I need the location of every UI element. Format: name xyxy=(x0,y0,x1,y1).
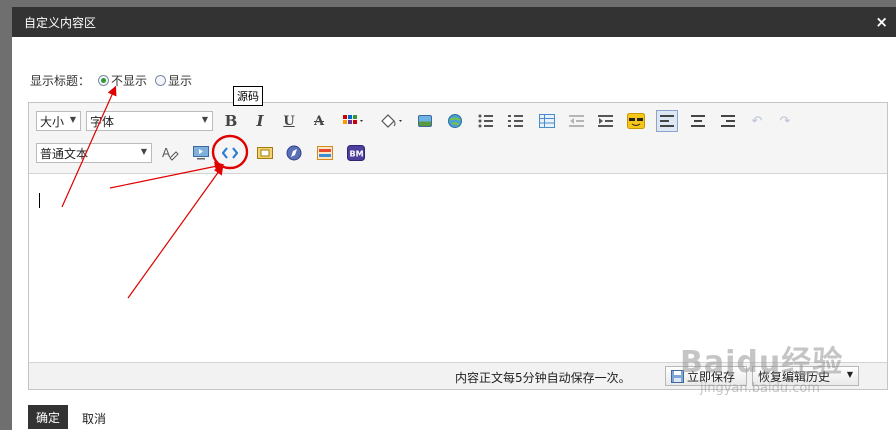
font-size-select-value: 大小 xyxy=(40,114,65,129)
indent-button[interactable] xyxy=(596,111,616,131)
insert-module-button[interactable] xyxy=(315,143,335,163)
numbered-list-button[interactable] xyxy=(506,111,526,131)
highlight-button[interactable] xyxy=(378,111,406,131)
image-icon xyxy=(418,115,432,127)
close-icon[interactable]: × xyxy=(875,13,888,31)
undo-button[interactable]: ↶ xyxy=(747,111,767,131)
radio-show-title[interactable]: 显示 xyxy=(155,72,192,89)
chevron-down-icon: ▼ xyxy=(846,370,853,379)
radio-hide-title[interactable]: 不显示 xyxy=(98,72,147,89)
globe-icon xyxy=(448,114,462,128)
emoticon-button[interactable] xyxy=(626,111,646,131)
align-left-icon xyxy=(660,115,674,127)
module-icon xyxy=(317,146,333,160)
insert-link-button[interactable] xyxy=(445,111,465,131)
dialog-title: 自定义内容区 xyxy=(24,16,97,30)
outdent-icon xyxy=(569,115,584,127)
chevron-down-icon: ▼ xyxy=(69,115,76,124)
bullet-list-icon xyxy=(478,114,493,128)
tooltip-source-code: 源码 xyxy=(233,86,263,106)
radio-show-title-label: 显示 xyxy=(168,73,193,88)
font-family-select[interactable]: 字体 ▼ xyxy=(86,111,213,131)
outdent-button[interactable] xyxy=(567,111,587,131)
cancel-button[interactable]: 取消 xyxy=(82,410,106,427)
bold-button[interactable]: B xyxy=(221,111,241,131)
chevron-down-icon: ▼ xyxy=(140,147,147,156)
italic-icon: I xyxy=(256,112,264,130)
align-left-button[interactable] xyxy=(656,110,678,132)
table-icon xyxy=(539,114,555,128)
show-title-label: 显示标题： xyxy=(30,73,91,88)
show-title-row: 显示标题： 不显示 显示 xyxy=(30,70,192,90)
insert-bm-button[interactable]: BM xyxy=(346,143,366,163)
chevron-down-icon: ▼ xyxy=(201,115,208,124)
bm-icon: BM xyxy=(347,145,365,161)
indent-icon xyxy=(598,115,613,127)
redo-button[interactable]: ↷ xyxy=(775,111,795,131)
numbered-list-icon xyxy=(508,115,523,127)
radio-hide-title-label: 不显示 xyxy=(111,73,148,88)
underline-button[interactable]: U xyxy=(279,111,299,131)
svg-text:BM: BM xyxy=(350,150,364,159)
insert-flash-button[interactable] xyxy=(255,143,275,163)
bullet-list-button[interactable] xyxy=(476,111,496,131)
italic-button[interactable]: I xyxy=(250,111,270,131)
watermark-line1: Baidu经验 xyxy=(680,345,844,380)
color-grid-icon xyxy=(343,115,363,124)
editor-toolbar: 大小 ▼ 字体 ▼ B I U A ↶ ↷ 普通文本 ▼ A BM xyxy=(29,103,887,174)
flash-icon xyxy=(257,147,273,159)
align-center-icon xyxy=(691,115,705,127)
autosave-note: 内容正文每5分钟自动保存一次。 xyxy=(455,371,631,385)
align-right-icon xyxy=(721,115,735,127)
font-family-select-value: 字体 xyxy=(90,114,115,129)
clear-format-button[interactable]: A xyxy=(160,143,180,163)
dialog-titlebar: 自定义内容区 × xyxy=(12,7,896,37)
bold-icon: B xyxy=(224,112,238,130)
baidu-watermark: Baidu经验 jingyan.baidu.com xyxy=(680,337,843,396)
radio-checked-icon[interactable] xyxy=(98,74,110,86)
align-center-button[interactable] xyxy=(688,111,708,131)
font-color-button[interactable] xyxy=(341,111,367,131)
insert-table-button[interactable] xyxy=(537,111,557,131)
media-icon xyxy=(193,146,209,160)
font-size-select[interactable]: 大小 ▼ xyxy=(36,111,81,131)
sunglasses-emoji-icon xyxy=(627,113,645,129)
paragraph-format-select[interactable]: 普通文本 ▼ xyxy=(36,143,152,163)
code-brackets-icon xyxy=(222,147,238,159)
radio-unchecked-icon[interactable] xyxy=(155,74,167,86)
underline-icon: U xyxy=(283,113,295,129)
custom-content-dialog: 自定义内容区 × 显示标题： 不显示 显示 大小 ▼ 字体 ▼ B I U A … xyxy=(12,7,896,430)
insert-media-button[interactable] xyxy=(191,143,211,163)
paint-bucket-icon xyxy=(381,114,402,128)
align-right-button[interactable] xyxy=(718,111,738,131)
strikethrough-button[interactable]: A xyxy=(309,111,329,131)
insert-image-button[interactable] xyxy=(415,111,435,131)
strikethrough-icon: A xyxy=(313,113,325,129)
source-code-button[interactable] xyxy=(220,143,240,163)
redo-icon: ↷ xyxy=(779,113,791,129)
compass-icon xyxy=(286,145,302,161)
paragraph-format-value: 普通文本 xyxy=(40,146,89,161)
ok-button[interactable]: 确定 xyxy=(28,405,68,429)
clear-format-icon: A xyxy=(162,146,179,161)
insert-anchor-button[interactable] xyxy=(284,143,304,163)
watermark-line2: jingyan.baidu.com xyxy=(700,381,820,396)
text-caret xyxy=(39,193,40,208)
undo-icon: ↶ xyxy=(751,113,763,129)
